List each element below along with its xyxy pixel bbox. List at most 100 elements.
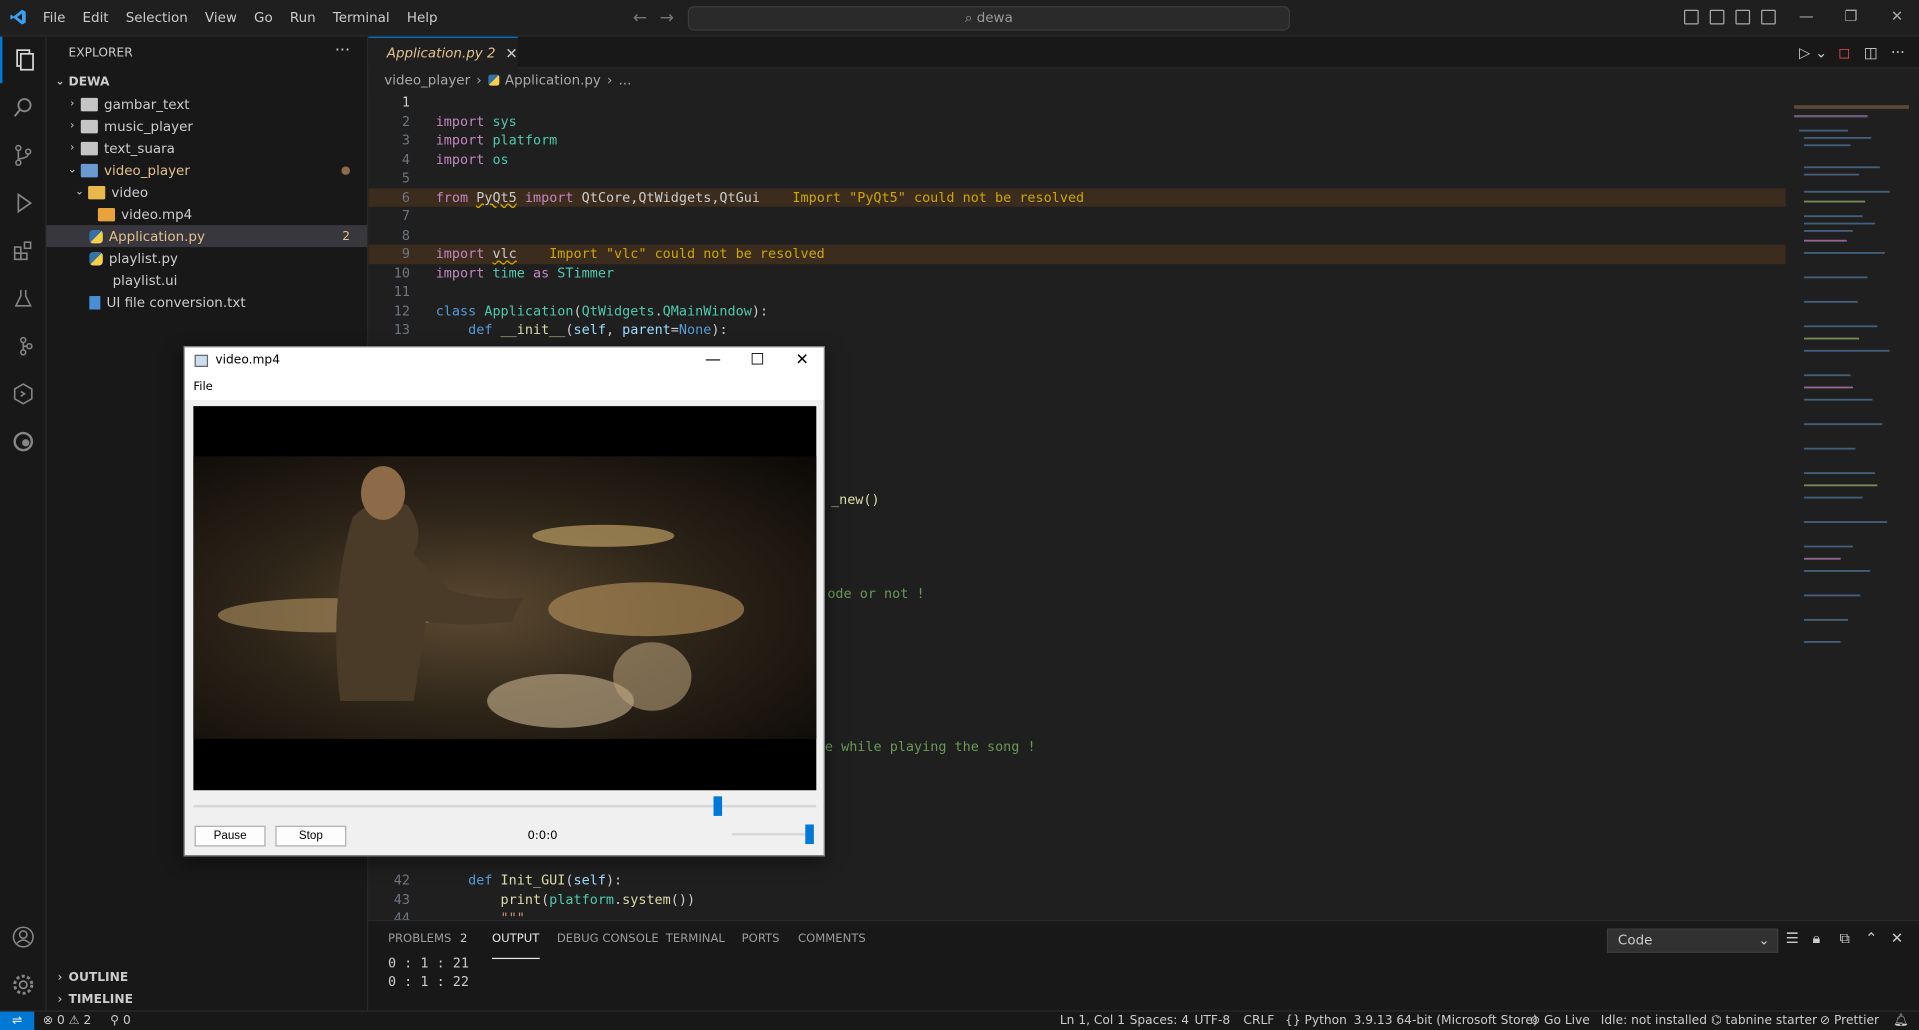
indentation[interactable]: Spaces: 4	[1130, 1014, 1189, 1027]
toggle-panel-icon[interactable]	[1709, 9, 1725, 25]
line-endings[interactable]: CRLF	[1243, 1014, 1274, 1027]
maximize-panel-icon[interactable]: ⌃	[1865, 930, 1877, 947]
minimap[interactable]	[1786, 92, 1910, 656]
video-frame[interactable]	[193, 406, 817, 791]
idle-status[interactable]: Idle: not installed	[1601, 1014, 1707, 1027]
breadcrumb-folder[interactable]: video_player	[384, 72, 470, 88]
close-icon[interactable]: ✕	[796, 351, 809, 369]
output-channel-select[interactable]: Code ⌄	[1606, 928, 1779, 953]
prettier-status[interactable]: ⊘ Prettier	[1820, 1014, 1879, 1027]
chevron-down-icon: ⌄	[1758, 932, 1770, 949]
text-file-icon	[89, 295, 101, 309]
menu-view[interactable]: View	[205, 10, 237, 26]
tree-folder-video-player[interactable]: ⌄ video_player	[47, 159, 368, 181]
split-editor-icon[interactable]: ◫	[1864, 44, 1878, 61]
code-line: 7	[401, 207, 410, 224]
tree-folder-video[interactable]: ⌄ video	[47, 181, 368, 203]
panel-tab-terminal[interactable]: TERMINAL	[666, 932, 725, 959]
menu-run[interactable]: Run	[290, 10, 316, 26]
open-folder-icon	[88, 185, 106, 199]
tree-file-playlist-py[interactable]: playlist.py	[47, 247, 368, 269]
maximize-icon[interactable]: ☐	[750, 351, 764, 369]
panel-tab-comments[interactable]: COMMENTS	[798, 932, 866, 959]
go-live-button[interactable]: ⊚ Go Live	[1530, 1014, 1590, 1027]
minimize-icon[interactable]: —	[1799, 7, 1814, 24]
timeline-section[interactable]: › TIMELINE	[47, 988, 368, 1010]
extensions-icon[interactable]	[0, 228, 47, 274]
menu-file[interactable]: File	[43, 10, 66, 26]
cursor-position[interactable]: Ln 1, Col 1	[1060, 1014, 1125, 1027]
breadcrumb-file[interactable]: Application.py	[505, 72, 601, 88]
menu-help[interactable]: Help	[407, 10, 438, 26]
volume-handle[interactable]	[805, 824, 814, 845]
code-line: 8	[401, 226, 410, 243]
outline-section[interactable]: › OUTLINE	[47, 966, 368, 988]
seek-handle[interactable]	[712, 796, 722, 816]
tree-file-ui-conversion-txt[interactable]: UI file conversion.txt	[47, 291, 368, 313]
git-graph-icon[interactable]	[0, 323, 47, 369]
tabnine-status[interactable]: ⌬ tabnine starter	[1711, 1014, 1817, 1027]
forward-arrow-icon[interactable]: →	[660, 9, 674, 29]
remote-indicator-icon[interactable]: ⇌	[0, 1011, 35, 1030]
close-tab-icon[interactable]: ✕	[505, 45, 517, 62]
more-actions-icon[interactable]: ···	[1891, 44, 1905, 61]
seek-slider[interactable]	[193, 796, 817, 816]
ports-status[interactable]: ⚲ 0	[110, 1014, 131, 1027]
remote-explorer-icon[interactable]	[0, 371, 47, 417]
lock-scroll-icon[interactable]: 🔒︎	[1813, 930, 1821, 948]
command-center-search[interactable]: ⌕ dewa	[687, 6, 1290, 31]
stop-icon[interactable]: ◻	[1838, 44, 1850, 61]
stop-button[interactable]: Stop	[275, 825, 347, 847]
explorer-icon[interactable]	[0, 36, 47, 84]
toggle-primary-sidebar-icon[interactable]	[1684, 9, 1699, 25]
menu-edit[interactable]: Edit	[83, 10, 109, 26]
back-arrow-icon[interactable]: ←	[633, 9, 647, 29]
chevron-right-icon: ›	[607, 72, 613, 89]
breadcrumb-symbol[interactable]: ...	[619, 72, 632, 88]
tab-application-py[interactable]: Application.py 2 ✕	[368, 36, 518, 69]
close-panel-icon[interactable]: ✕	[1891, 930, 1903, 947]
tree-file-video-mp4[interactable]: video.mp4	[47, 203, 368, 225]
workspace-root[interactable]: ⌄ DEWA	[47, 71, 368, 93]
notifications-bell-icon[interactable]: 🔔︎	[1893, 1014, 1909, 1027]
problems-count-badge: 2	[459, 932, 468, 946]
testing-icon[interactable]	[0, 275, 47, 321]
run-debug-icon[interactable]	[0, 180, 47, 226]
language-mode[interactable]: {} Python	[1285, 1014, 1347, 1027]
tree-folder-text-suara[interactable]: › text_suara	[47, 137, 368, 159]
account-icon[interactable]	[0, 914, 47, 960]
open-output-in-editor-icon[interactable]: ⧉	[1839, 930, 1849, 948]
edge-devtools-icon[interactable]	[0, 418, 47, 464]
panel-tab-ports[interactable]: PORTS	[742, 932, 780, 959]
customize-layout-icon[interactable]	[1761, 9, 1776, 25]
search-icon[interactable]	[0, 84, 47, 130]
run-file-icon[interactable]: ▷ ⌄	[1799, 44, 1827, 61]
menu-go[interactable]: Go	[254, 10, 273, 26]
tree-file-application-py[interactable]: Application.py 2	[46, 225, 368, 248]
minimize-icon[interactable]: —	[705, 351, 721, 369]
encoding[interactable]: UTF-8	[1194, 1014, 1230, 1027]
close-icon[interactable]: ✕	[1891, 7, 1903, 24]
settings-gear-icon[interactable]	[0, 961, 47, 1007]
tree-folder-music-player[interactable]: › music_player	[47, 115, 368, 137]
toggle-secondary-sidebar-icon[interactable]	[1735, 9, 1751, 25]
title-bar: File Edit Selection View Go Run Terminal…	[0, 0, 1919, 37]
menu-terminal[interactable]: Terminal	[333, 10, 390, 26]
editor-tabs: Application.py 2 ✕	[368, 36, 1919, 69]
player-menu-file[interactable]: File	[193, 380, 212, 393]
tree-folder-gambar-text[interactable]: › gambar_text	[47, 93, 368, 115]
restore-icon[interactable]: ❐	[1844, 7, 1857, 24]
panel-tab-output[interactable]: OUTPUT	[491, 932, 540, 960]
menu-selection[interactable]: Selection	[126, 10, 188, 26]
problems-status[interactable]: ⊗ 0 ⚠ 2	[43, 1014, 92, 1027]
media-file-icon	[97, 207, 116, 221]
pause-button[interactable]: Pause	[194, 825, 266, 847]
tree-file-playlist-ui[interactable]: playlist.ui	[47, 269, 368, 291]
vscode-logo-icon	[10, 9, 26, 25]
python-interpreter[interactable]: 3.9.13 64-bit (Microsoft Store)	[1354, 1014, 1538, 1027]
clear-output-icon[interactable]: ☰	[1786, 930, 1799, 947]
volume-slider[interactable]	[731, 824, 814, 845]
source-control-icon[interactable]	[0, 132, 47, 178]
more-actions-icon[interactable]: ···	[335, 42, 350, 60]
panel-tab-debug-console[interactable]: DEBUG CONSOLE	[557, 932, 659, 959]
